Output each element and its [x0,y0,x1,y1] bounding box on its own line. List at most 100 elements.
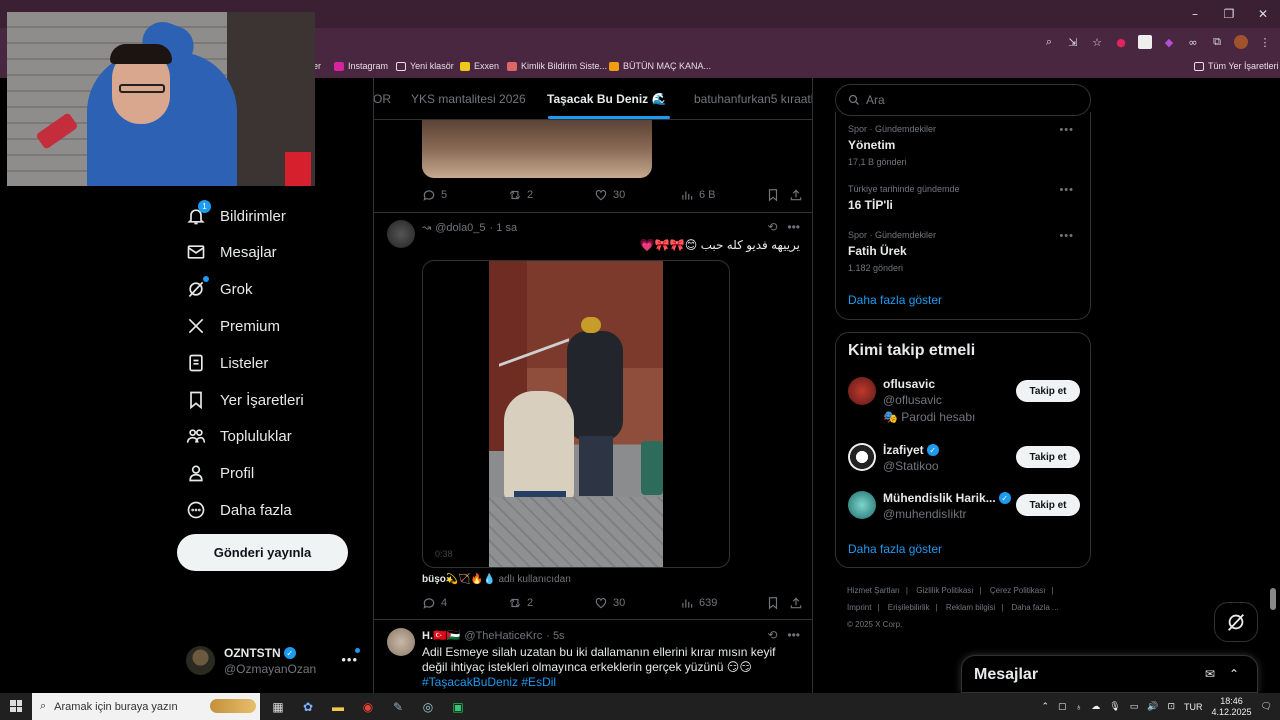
follow-button[interactable]: Takip et [1016,380,1080,402]
pen-app-icon[interactable]: ✎ [388,697,408,716]
follow-button[interactable]: Takip et [1016,446,1080,468]
new-message-icon[interactable]: ✉ [1205,667,1215,681]
follow-button[interactable]: Takip et [1016,494,1080,516]
extension-purple-icon[interactable]: ◆ [1162,35,1176,49]
more-options-icon[interactable]: ••• [787,628,800,642]
post-button[interactable]: Gönderi yayınla [177,534,348,571]
tab-tasacak-bu-deniz[interactable]: Taşacak Bu Deniz 🌊 [547,92,666,106]
tweet-hashtags[interactable]: #TaşacakBuDeniz #EsDil [422,675,556,689]
tray-language[interactable]: TUR [1184,702,1203,712]
tray-app-icon[interactable]: ▢ [1058,701,1067,712]
repost-button[interactable]: 2 [508,596,533,610]
restore-button[interactable]: ❐ [1212,0,1246,28]
extension-red-icon[interactable]: ● [1114,35,1128,49]
views-button[interactable]: 6 B [680,188,716,202]
tweet-media-image[interactable] [422,120,652,178]
nav-item-grok[interactable]: Grok [186,276,253,301]
chrome-icon[interactable]: ◉ [358,697,378,716]
bookmark-kimlik[interactable]: Kimlik Bildirim Siste... [507,61,607,71]
footer-link[interactable]: Imprint [847,603,871,612]
nav-item-lists[interactable]: Listeler [186,351,268,375]
messages-drawer[interactable]: Mesajlar ✉ ⌃ [961,655,1258,693]
repost-button[interactable]: 2 [508,188,533,202]
trend-item[interactable]: Spor · Gündemdekiler Yönetim 17,1 B gönd… [848,124,1080,167]
bookmark-mac[interactable]: BÜTÜN MAÇ KANA... [609,61,711,71]
nav-item-premium[interactable]: Premium [186,314,280,338]
footer-link[interactable]: Reklam bilgisi [946,603,995,612]
notifications-icon[interactable]: 🗨 [1261,701,1272,712]
tray-speaker-icon[interactable]: 🔊 [1147,701,1158,712]
nav-item-messages[interactable]: Mesajlar [186,240,277,264]
grok-analyze-icon[interactable]: ⟲ [767,220,777,234]
more-options-icon[interactable]: ••• [787,220,800,234]
nav-item-more[interactable]: Daha fazla [186,498,292,522]
tab-batuhan[interactable]: batuhanfurkan5 kıraatl [694,92,812,106]
expand-chevron-up-icon[interactable]: ⌃ [1229,667,1239,681]
tray-network-icon[interactable]: ⊡ [1167,701,1175,712]
extension-link-icon[interactable]: ∞ [1186,35,1200,49]
minimize-button[interactable]: – [1178,0,1212,28]
like-button[interactable]: 30 [594,188,625,202]
footer-link[interactable]: Daha fazla ... [1012,603,1059,612]
views-button[interactable]: 639 [680,596,717,610]
taskbar-clock[interactable]: 18:46 4.12.2025 [1212,696,1252,718]
profile-avatar-icon[interactable] [1234,35,1248,49]
more-options-icon[interactable]: ••• [1059,184,1074,196]
who-to-follow-show-more[interactable]: Daha fazla göster [848,542,942,556]
task-view-icon[interactable]: ▦ [268,697,288,716]
zoom-icon[interactable]: ⌕ [1042,35,1056,49]
tab-chevron-down-icon[interactable]: ⌄ [657,92,667,106]
copilot-icon[interactable]: ✿ [298,697,318,716]
tab-yks[interactable]: YKS mantalitesi 2026 [411,92,526,106]
account-more-icon[interactable]: ••• [341,652,358,667]
extensions-puzzle-icon[interactable]: ⧉ [1210,35,1224,49]
nav-item-communities[interactable]: Topluluklar [186,424,292,448]
trend-item[interactable]: Türkiye tarihinde gündemde 16 TİP'li ••• [848,184,1080,212]
taskbar-search-input[interactable]: ⌕ Aramak için buraya yazın [32,693,260,720]
follow-suggestion[interactable]: İzafiyet ✓ @Statikoo Takip et [848,443,1080,483]
footer-link[interactable]: Erişilebilirlik [888,603,930,612]
extension-white-icon[interactable] [1138,35,1152,49]
trend-item[interactable]: Spor · Gündemdekiler Fatih Ürek 1.182 gö… [848,230,1080,273]
trends-show-more[interactable]: Daha fazla göster [848,293,942,307]
windows-start-icon[interactable] [10,700,22,712]
page-scrollbar[interactable] [1270,588,1276,610]
tweet-source-tag[interactable]: büşo💫🏹🔥💧 adlı kullanıcıdan [422,574,571,585]
bookmark-instagram[interactable]: Instagram [334,61,388,71]
bookmark-exxen[interactable]: Exxen [460,61,499,71]
tweet-handle[interactable]: @dola0_5 [435,222,485,234]
tweet-video[interactable]: 0:38 [422,260,730,568]
grok-floating-button[interactable] [1214,602,1258,642]
star-icon[interactable]: ☆ [1090,35,1104,49]
avatar[interactable] [387,628,415,656]
tweet-handle[interactable]: @TheHaticeKrc [464,630,542,642]
tray-cloud-icon[interactable]: ☁ [1091,701,1100,712]
install-app-icon[interactable]: ⇲ [1066,35,1080,49]
account-switcher[interactable]: OZNTSTN ✓ @OzmayanOzan ••• [186,644,366,678]
bookmark-button[interactable] [766,596,780,610]
all-bookmarks[interactable]: Tüm Yer İşaretleri [1194,61,1279,71]
share-button[interactable] [789,188,803,202]
follow-suggestion[interactable]: Mühendislik Harik... ✓ @muhendisIiktr Tak… [848,491,1080,531]
reply-button[interactable]: 4 [422,596,447,610]
nav-item-profile[interactable]: Profil [186,461,254,485]
steam-icon[interactable]: ◎ [418,697,438,716]
share-button[interactable] [789,596,803,610]
close-button[interactable]: ✕ [1246,0,1280,28]
like-button[interactable]: 30 [594,596,625,610]
footer-link[interactable]: Hizmet Şartları [847,586,900,595]
game-app-icon[interactable]: ▣ [448,697,468,716]
follow-suggestion[interactable]: oflusavic @oflusavic 🎭 Parodi hesabı Tak… [848,377,1080,424]
tweet-author-name[interactable]: H.🇹🇷🇵🇸 [422,629,460,642]
tweet-time[interactable]: · 5s [546,630,564,642]
grok-analyze-icon[interactable]: ⟲ [767,628,777,642]
tray-mic-icon[interactable]: 🎙 [1109,701,1120,712]
tray-display-icon[interactable]: ▭ [1130,701,1139,712]
tray-chevron-up-icon[interactable]: ⌃ [1041,701,1049,712]
avatar[interactable] [387,220,415,248]
tweet-time[interactable]: · 1 sa [490,222,518,234]
footer-link[interactable]: Gizlilik Politikası [916,586,973,595]
footer-link[interactable]: Çerez Politikası [990,586,1046,595]
reply-button[interactable]: 5 [422,188,447,202]
tab-or[interactable]: OR [374,92,391,106]
